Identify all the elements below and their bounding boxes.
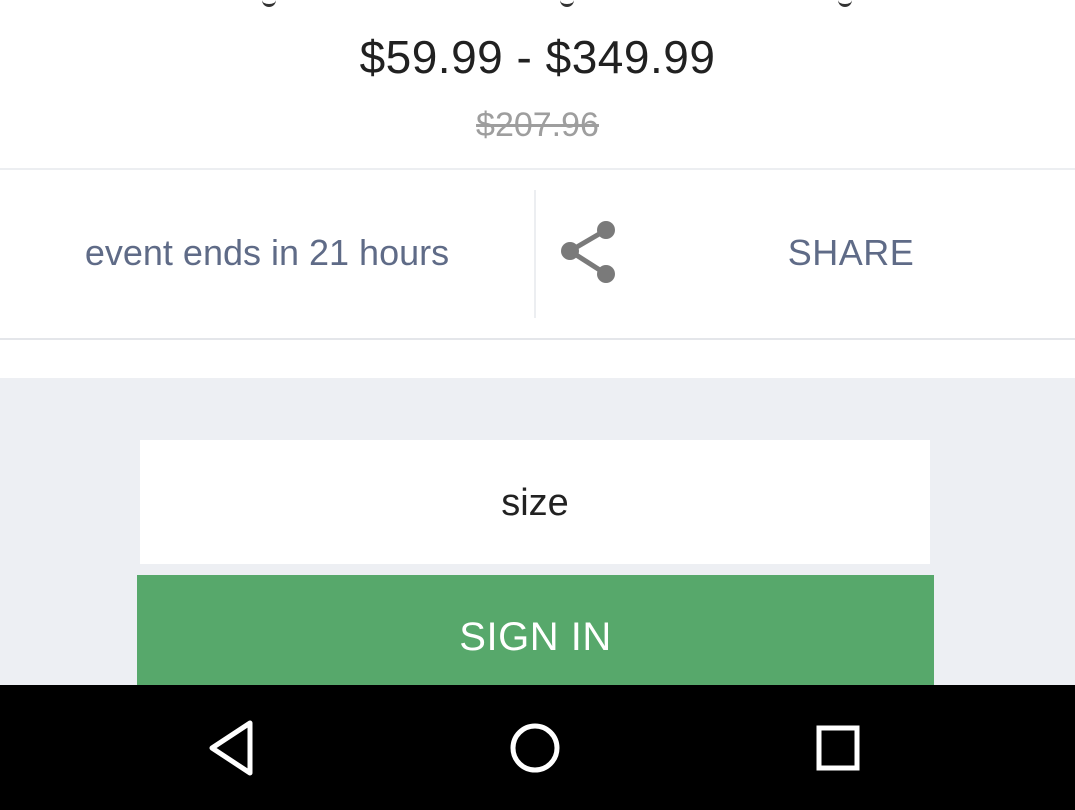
purchase-panel: size SIGN IN <box>0 340 1075 700</box>
size-label: size <box>501 482 569 524</box>
purchase-panel-background: size SIGN IN <box>0 378 1075 700</box>
recents-square-icon <box>816 725 860 771</box>
back-button[interactable] <box>196 715 266 781</box>
event-share-row: event ends in 21 hours SHARE <box>0 170 1075 340</box>
original-price: $207.96 <box>476 106 599 144</box>
share-button[interactable]: SHARE <box>536 170 1075 338</box>
share-icon <box>561 221 615 283</box>
cutoff-content <box>0 0 1075 8</box>
back-triangle-icon <box>209 720 253 776</box>
home-circle-icon <box>510 723 560 773</box>
price-section: $59.99 - $349.99 $207.96 <box>0 0 1075 170</box>
system-navigation-bar <box>0 685 1075 810</box>
event-countdown: event ends in 21 hours <box>84 232 450 273</box>
recents-button[interactable] <box>803 715 873 781</box>
home-button[interactable] <box>500 715 570 781</box>
sign-in-button[interactable]: SIGN IN <box>137 575 934 700</box>
size-selector[interactable]: size <box>140 440 930 564</box>
share-label: SHARE <box>787 232 915 273</box>
price-range: $59.99 - $349.99 <box>359 31 716 83</box>
